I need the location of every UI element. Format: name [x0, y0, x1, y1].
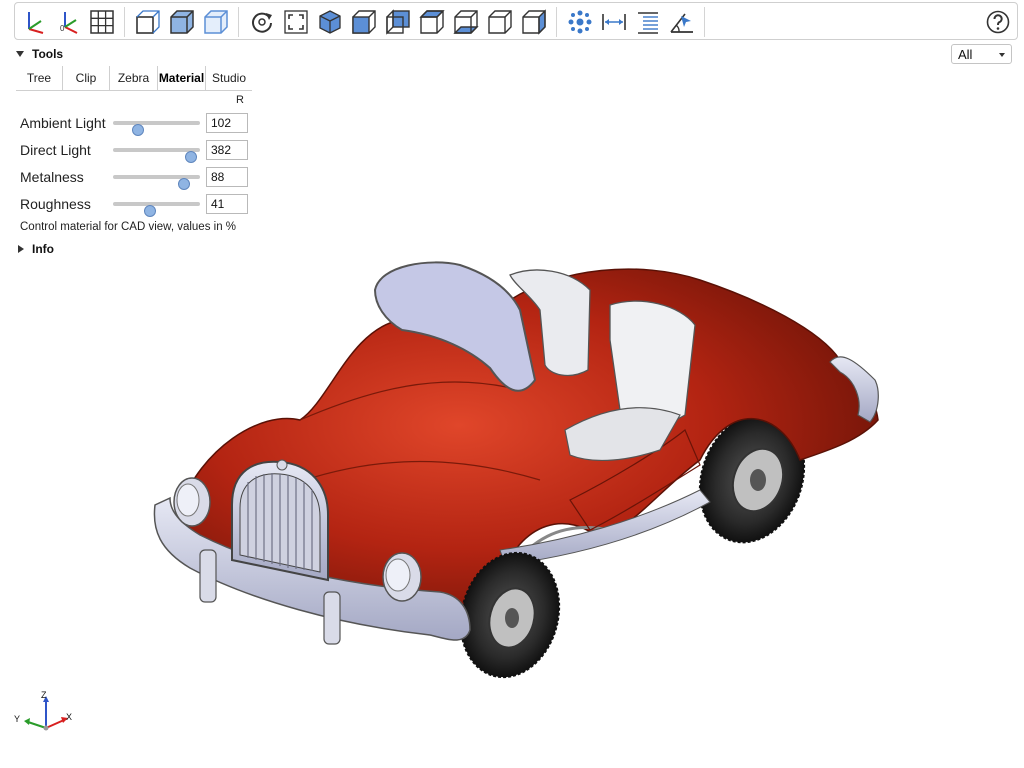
metalness-row: Metalness 88: [20, 167, 250, 190]
perspective-icon: [204, 10, 228, 34]
left-view-icon: [488, 10, 512, 34]
tab-zebra[interactable]: Zebra: [110, 66, 158, 90]
tools-title: Tools: [32, 47, 64, 61]
ambient-light-row: Ambient Light 102: [20, 113, 250, 136]
ambient-light-slider[interactable]: [113, 121, 200, 136]
grid-button[interactable]: [87, 7, 117, 37]
properties-icon: [638, 12, 658, 34]
metalness-input[interactable]: 88: [206, 167, 248, 187]
black-edges-icon: [170, 10, 194, 34]
fit-view-icon: [284, 10, 308, 34]
measure-distance-button[interactable]: [599, 7, 629, 37]
help-icon: [986, 10, 1010, 34]
slider-thumb[interactable]: [185, 151, 198, 163]
tab-studio[interactable]: Studio: [206, 66, 252, 90]
direct-light-label: Direct Light: [20, 142, 91, 158]
top-view-icon: [419, 10, 445, 34]
transparent-icon: [136, 10, 160, 34]
slider-thumb[interactable]: [132, 124, 145, 136]
axes-button[interactable]: [19, 7, 49, 37]
expand-triangle-icon: [18, 245, 24, 253]
ambient-light-label: Ambient Light: [20, 115, 106, 131]
axes-origin-icon: 0: [60, 12, 78, 34]
back-view-icon: [386, 9, 410, 35]
fit-view-button[interactable]: [281, 7, 311, 37]
measure-angle-button[interactable]: [667, 7, 697, 37]
reset-button[interactable]: R: [236, 94, 244, 106]
info-section-header[interactable]: Info: [18, 242, 54, 256]
material-hint: Control material for CAD view, values in…: [20, 221, 237, 233]
top-view-button[interactable]: [417, 7, 447, 37]
grid-icon: [90, 10, 114, 34]
roughness-row: Roughness 41: [20, 194, 250, 217]
reset-view-button[interactable]: [247, 7, 277, 37]
iso-view-icon: [319, 10, 341, 34]
direct-light-slider[interactable]: [113, 148, 200, 163]
ambient-light-input[interactable]: 102: [206, 113, 248, 133]
slider-thumb[interactable]: [143, 205, 156, 217]
perspective-button[interactable]: [201, 7, 231, 37]
toolbar-separator: [238, 7, 239, 37]
radiator-grille: [231, 459, 329, 582]
y-axis-label: Y: [14, 714, 20, 724]
toolbar-separator: [124, 7, 125, 37]
iso-view-button[interactable]: [315, 7, 345, 37]
help-button[interactable]: [983, 7, 1013, 37]
metalness-slider[interactable]: [113, 175, 200, 190]
slider-thumb[interactable]: [178, 178, 191, 190]
view-select[interactable]: All: [951, 44, 1012, 64]
front-view-button[interactable]: [349, 7, 379, 37]
reset-view-icon: [252, 12, 272, 33]
view-select-value: All: [958, 47, 973, 62]
right-view-icon: [522, 9, 546, 35]
roughness-slider[interactable]: [113, 202, 200, 217]
axes-origin-button[interactable]: 0: [53, 7, 83, 37]
tab-clip[interactable]: Clip: [63, 66, 110, 90]
properties-button[interactable]: [633, 7, 663, 37]
car-model-viewport[interactable]: [140, 250, 900, 690]
tab-tree[interactable]: Tree: [16, 66, 63, 90]
roughness-input[interactable]: 41: [206, 194, 248, 214]
info-title: Info: [32, 242, 54, 256]
tool-tabs: Tree Clip Zebra Material Studio: [16, 66, 252, 91]
left-view-button[interactable]: [485, 7, 515, 37]
axes-icon: [28, 12, 44, 34]
x-axis-label: X: [66, 712, 72, 722]
tab-material[interactable]: Material: [158, 66, 206, 90]
toolbar-separator: [704, 7, 705, 37]
chevron-down-icon: [999, 53, 1005, 57]
back-view-button[interactable]: [383, 7, 413, 37]
explode-button[interactable]: [565, 7, 595, 37]
toolbar-separator: [556, 7, 557, 37]
direct-light-row: Direct Light 382: [20, 140, 250, 163]
roughness-label: Roughness: [20, 196, 91, 212]
black-edges-button[interactable]: [167, 7, 197, 37]
z-axis-label: Z: [41, 690, 47, 700]
collapse-triangle-icon: [16, 51, 24, 57]
bottom-view-icon: [453, 10, 479, 34]
bottom-view-button[interactable]: [451, 7, 481, 37]
transparent-button[interactable]: [133, 7, 163, 37]
measure-distance-icon: [602, 14, 626, 30]
front-view-icon: [352, 10, 376, 34]
measure-angle-icon: [670, 13, 693, 33]
toolbar: 0: [14, 2, 1018, 40]
direct-light-input[interactable]: 382: [206, 140, 248, 160]
right-view-button[interactable]: [519, 7, 549, 37]
metalness-label: Metalness: [20, 169, 84, 185]
explode-icon: [568, 10, 592, 34]
orientation-axes: Z Y X: [14, 690, 72, 731]
tools-section-header[interactable]: Tools: [16, 46, 63, 62]
svg-text:0: 0: [60, 24, 65, 33]
